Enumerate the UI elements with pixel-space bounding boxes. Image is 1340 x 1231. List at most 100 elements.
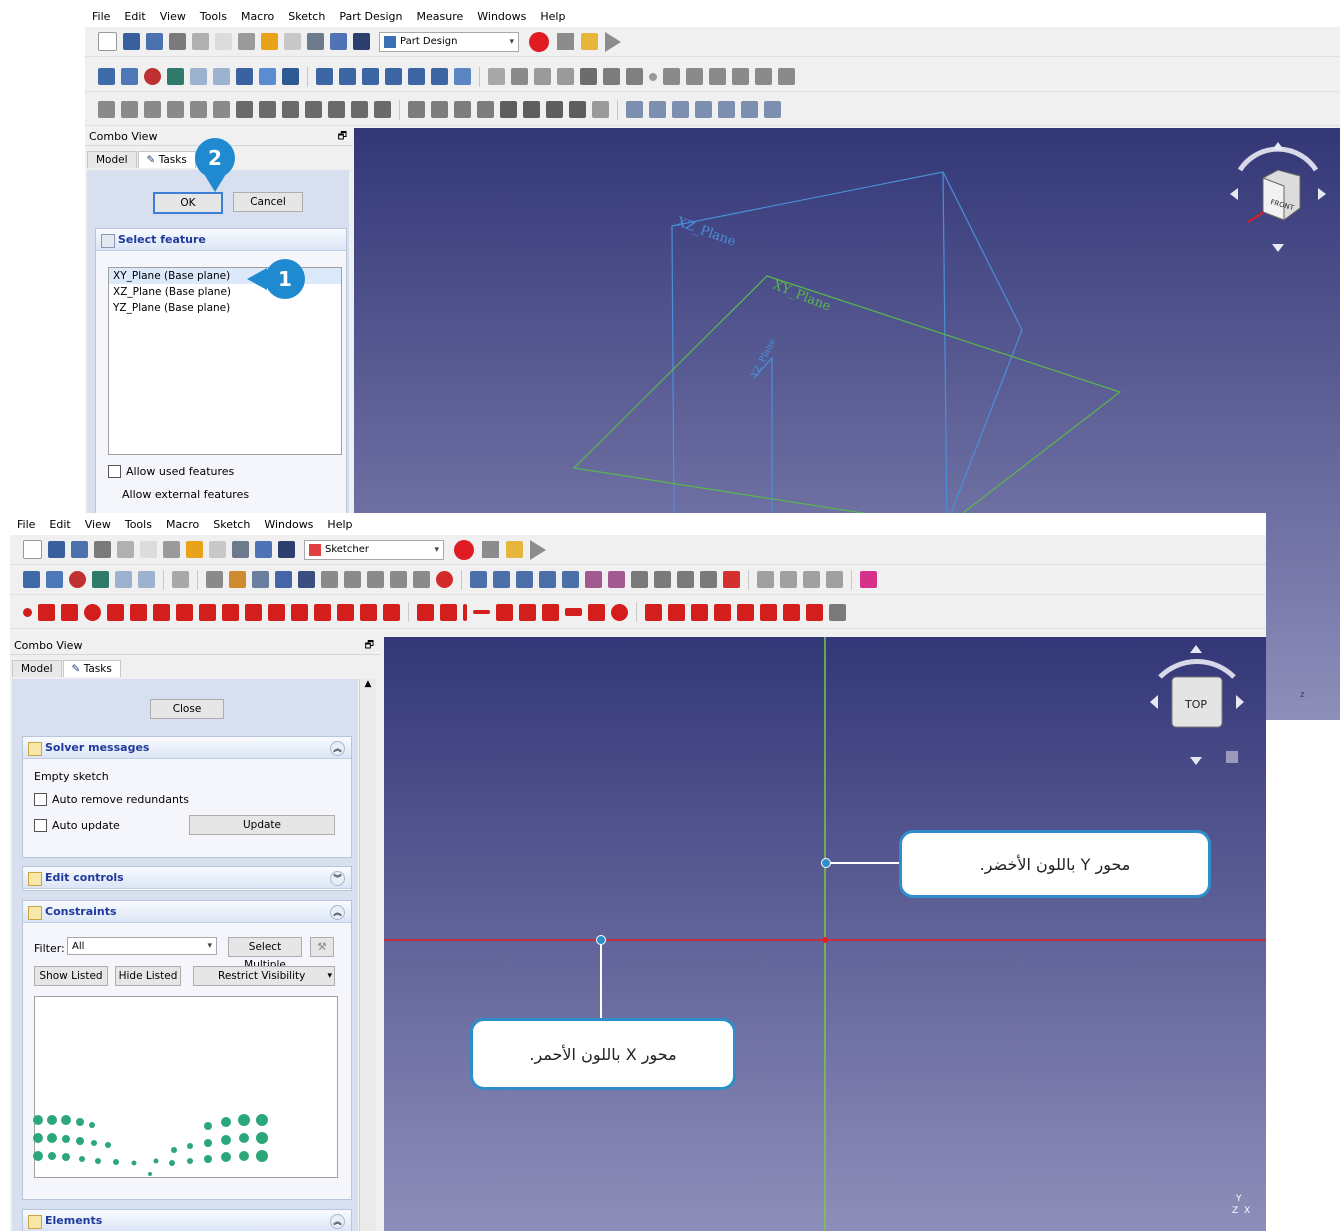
menu-help[interactable]: Help (540, 10, 565, 23)
select-constraints-icon[interactable] (470, 571, 487, 588)
validate-sketch-icon[interactable] (626, 68, 643, 85)
select-multiple-button[interactable]: Select Multiple (228, 937, 302, 971)
mirrored-icon[interactable] (408, 101, 425, 118)
view-left-icon[interactable] (431, 68, 448, 85)
fit-selection-icon[interactable] (46, 571, 63, 588)
redo-icon[interactable] (284, 33, 301, 50)
constrain-lock-icon[interactable] (645, 603, 662, 621)
tab-model[interactable]: Model (12, 660, 62, 677)
stop-macro-icon[interactable] (482, 541, 499, 558)
execute-macro-icon[interactable] (530, 539, 546, 560)
menu-part-design[interactable]: Part Design (339, 10, 402, 23)
polar-pattern-icon[interactable] (454, 101, 471, 118)
cut-icon[interactable] (192, 33, 209, 50)
whats-this-icon[interactable] (278, 541, 295, 558)
local-cs-icon[interactable] (709, 68, 726, 85)
pipe-icon[interactable] (167, 101, 184, 118)
measure-toggle-icon[interactable] (718, 101, 735, 118)
extend-icon[interactable] (291, 603, 308, 621)
menu-windows[interactable]: Windows (477, 10, 526, 23)
feature-item-yz[interactable]: YZ_Plane (Base plane) (109, 300, 341, 316)
save-as-icon[interactable] (169, 33, 186, 50)
pad-icon[interactable] (98, 101, 115, 118)
forward-icon[interactable] (138, 571, 155, 588)
restrict-visibility-button[interactable]: Restrict Visibility ▾ (193, 966, 335, 986)
bspline-create-icon[interactable] (130, 603, 147, 621)
stereo-icon[interactable] (92, 571, 109, 588)
copy-icon[interactable] (215, 33, 232, 50)
constrain-horizontal-icon[interactable] (473, 610, 490, 614)
refresh-icon[interactable] (307, 33, 324, 50)
record-macro-icon[interactable] (454, 539, 474, 560)
chamfer-icon[interactable] (523, 101, 540, 118)
auto-remove-checkbox[interactable]: Auto remove redundants (34, 793, 189, 806)
undo-icon[interactable] (186, 541, 203, 558)
external-geometry-icon[interactable] (860, 571, 877, 588)
new-file-icon[interactable] (98, 32, 117, 51)
execute-macro-icon[interactable] (605, 31, 621, 52)
zoom-icon[interactable] (259, 68, 276, 85)
constrain-coincident-icon[interactable] (417, 603, 434, 621)
tab-tasks[interactable]: ✎ Tasks (137, 151, 196, 168)
constrain-equal-icon[interactable] (565, 608, 582, 616)
symmetry-icon[interactable] (654, 571, 671, 588)
leave-sketch-icon[interactable] (229, 571, 246, 588)
sketch-view-icon[interactable] (206, 571, 223, 588)
collapse-icon[interactable]: ︽ (330, 905, 345, 920)
link-actions-icon[interactable] (557, 68, 574, 85)
edit-controls-header[interactable]: Edit controls ︾ (23, 867, 351, 889)
checkbox-box[interactable] (34, 793, 47, 806)
view-section-icon[interactable] (275, 571, 292, 588)
tab-tasks[interactable]: ✎ Tasks (62, 660, 121, 677)
scroll-up-icon[interactable]: ▲ (360, 679, 376, 689)
view-sketch-icon[interactable] (252, 571, 269, 588)
back-icon[interactable] (115, 571, 132, 588)
split-icon[interactable] (314, 603, 331, 621)
polygon-icon[interactable] (199, 603, 216, 621)
stop-operation-icon[interactable] (436, 571, 453, 588)
checkbox-box[interactable] (34, 819, 47, 832)
constrain-point-on-object-icon[interactable] (440, 603, 457, 621)
additive-primitive-icon[interactable] (213, 101, 230, 118)
constrain-distance-icon[interactable] (714, 603, 731, 621)
ok-button[interactable]: OK (153, 192, 223, 214)
undock-icon[interactable]: 🗗 (365, 637, 374, 654)
subtractive-helix-icon[interactable] (351, 101, 368, 118)
linear-pattern-icon[interactable] (431, 101, 448, 118)
clone-icon[interactable] (778, 68, 795, 85)
measure-toggle-3d-icon[interactable] (741, 101, 758, 118)
view-top-icon[interactable] (339, 68, 356, 85)
measure-linear-icon[interactable] (626, 101, 643, 118)
rectangular-array-icon[interactable] (700, 571, 717, 588)
update-button[interactable]: Update (189, 815, 335, 835)
show-hide-icon[interactable] (631, 571, 648, 588)
isometric-icon[interactable] (236, 68, 253, 85)
loft-icon[interactable] (144, 101, 161, 118)
menu-edit[interactable]: Edit (124, 10, 145, 23)
menu-file[interactable]: File (92, 10, 110, 23)
carbon-copy-icon[interactable] (360, 603, 377, 621)
menu-file[interactable]: File (17, 518, 35, 531)
paste-icon[interactable] (163, 541, 180, 558)
construction-mode-icon[interactable] (383, 603, 400, 621)
redo-icon[interactable] (209, 541, 226, 558)
fit-all-icon[interactable] (23, 571, 40, 588)
clone-icon[interactable] (677, 571, 694, 588)
bspline-knots-icon[interactable] (803, 571, 820, 588)
part-icon[interactable] (172, 571, 189, 588)
menu-tools[interactable]: Tools (200, 10, 227, 23)
view-rear-icon[interactable] (385, 68, 402, 85)
mirror-sketch-icon[interactable] (390, 571, 407, 588)
datum-plane-icon[interactable] (686, 68, 703, 85)
open-file-icon[interactable] (123, 33, 140, 50)
menu-help[interactable]: Help (327, 518, 352, 531)
part-icon[interactable] (488, 68, 505, 85)
measure-angular-icon[interactable] (649, 101, 666, 118)
constrain-vertical-distance-icon[interactable] (691, 603, 708, 621)
constrain-vertical-icon[interactable] (463, 603, 467, 621)
bspline-icon[interactable] (757, 571, 774, 588)
elements-header[interactable]: Elements ︽ (23, 1210, 351, 1231)
pocket-icon[interactable] (236, 101, 253, 118)
constraints-header[interactable]: Constraints ︽ (23, 901, 351, 923)
stop-macro-icon[interactable] (557, 33, 574, 50)
